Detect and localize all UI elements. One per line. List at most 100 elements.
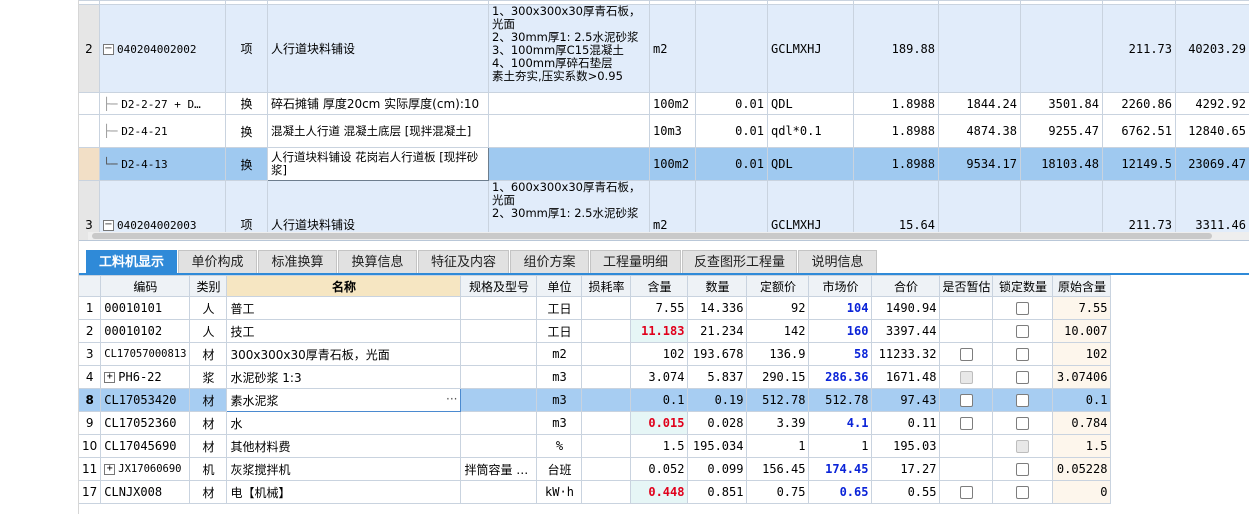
resource-code[interactable]: PH6-22: [118, 370, 161, 384]
tab-labor-material-machine[interactable]: 工料机显示: [86, 250, 177, 274]
resource-name-editor[interactable]: 素水泥浆 ···: [226, 388, 462, 412]
lock-quantity-checkbox[interactable]: [1016, 325, 1030, 338]
item-name[interactable]: 人行道块料铺设: [267, 4, 489, 93]
lock-quantity-checkbox[interactable]: [1016, 417, 1030, 430]
col-header-original-content[interactable]: 原始含量: [1052, 275, 1112, 297]
table-row[interactable]: 17 CLNJX008 材 电【机械】 kW·h 0.448 0.851 0.7…: [77, 480, 1112, 504]
resource-content[interactable]: 3.074: [630, 365, 689, 389]
col-header-quantity[interactable]: 数量: [687, 275, 748, 297]
ellipsis-icon[interactable]: ···: [446, 392, 457, 406]
col-header-name[interactable]: 名称: [226, 275, 462, 297]
table-row[interactable]: ├─ D2-4-21 换 混凝土人行道 混凝土底层 [现拌混凝土] 10m3 0…: [78, 114, 1249, 148]
resource-category[interactable]: 材: [189, 388, 228, 412]
resource-code[interactable]: JX17060690: [118, 463, 181, 475]
resource-name[interactable]: 素水泥浆: [230, 394, 278, 408]
tab-unit-price-composition[interactable]: 单价构成: [178, 250, 257, 274]
resource-content[interactable]: 11.183: [630, 319, 689, 343]
resource-code[interactable]: 00010102: [100, 319, 191, 343]
resource-content[interactable]: 0.052: [630, 457, 689, 481]
horizontal-scrollbar[interactable]: [88, 232, 1249, 240]
table-row[interactable]: 4 + PH6-22 浆 水泥砂浆 1:3 m3 3.074 5.837 290.…: [77, 365, 1112, 389]
lock-quantity-checkbox[interactable]: [1016, 463, 1030, 476]
col-header-market-price[interactable]: 市场价: [808, 275, 873, 297]
item-features[interactable]: [488, 92, 650, 115]
resource-code[interactable]: CL17052360: [100, 411, 191, 435]
resource-name[interactable]: 水: [226, 411, 462, 435]
resource-code[interactable]: CL17045690: [100, 434, 191, 458]
col-header-unit[interactable]: 单位: [536, 275, 583, 297]
col-header-content[interactable]: 含量: [630, 275, 689, 297]
resource-category[interactable]: 材: [189, 480, 228, 504]
table-row[interactable]: 1 00010101 人 普工 工日 7.55 14.336 92 104 14…: [77, 296, 1112, 320]
item-formula[interactable]: qdl*0.1: [767, 114, 854, 148]
lock-quantity-checkbox[interactable]: [1016, 348, 1030, 361]
provisional-checkbox[interactable]: [959, 417, 973, 430]
resource-market-price[interactable]: 512.78: [808, 388, 873, 412]
resource-category[interactable]: 材: [189, 434, 228, 458]
resource-content[interactable]: 7.55: [630, 296, 689, 320]
resource-loss[interactable]: [581, 296, 632, 320]
lock-quantity-checkbox[interactable]: [1016, 371, 1030, 384]
item-name-editor[interactable]: 人行道块料铺设 花岗岩人行道板 [现拌砂浆]: [267, 147, 489, 181]
resource-content[interactable]: 1.5: [630, 434, 689, 458]
table-row-selected[interactable]: 8 CL17053420 材 素水泥浆 ··· m3 0.1 0.19 512.7…: [77, 388, 1112, 412]
resource-content[interactable]: 0.448: [630, 480, 689, 504]
col-header-code[interactable]: 编码: [100, 275, 191, 297]
table-row[interactable]: 9 CL17052360 材 水 m3 0.015 0.028 3.39 4.1…: [77, 411, 1112, 435]
col-header-category[interactable]: 类别: [189, 275, 228, 297]
col-header-total[interactable]: 合价: [871, 275, 941, 297]
col-header-index[interactable]: [77, 275, 102, 297]
resource-code[interactable]: CL17053420: [100, 388, 191, 412]
collapse-icon[interactable]: −: [103, 219, 114, 231]
resource-loss[interactable]: [581, 480, 632, 504]
resource-spec[interactable]: [460, 434, 538, 458]
tab-conversion-info[interactable]: 换算信息: [338, 250, 417, 274]
resource-spec[interactable]: [460, 411, 538, 435]
resource-name[interactable]: 其他材料费: [226, 434, 462, 458]
tab-quantity-details[interactable]: 工程量明细: [590, 250, 681, 274]
table-row[interactable]: ├─ D2-2-27 + D… 换 碎石摊铺 厚度20cm 实际厚度(cm):1…: [78, 92, 1249, 115]
resource-category[interactable]: 人: [189, 319, 228, 343]
col-header-quota-price[interactable]: 定额价: [746, 275, 810, 297]
col-header-lock-quantity[interactable]: 锁定数量: [992, 275, 1054, 297]
resource-content[interactable]: 0.1: [630, 388, 689, 412]
item-features[interactable]: [488, 114, 650, 148]
resource-spec[interactable]: [460, 319, 538, 343]
col-header-spec[interactable]: 规格及型号: [460, 275, 538, 297]
table-row[interactable]: 10 CL17045690 材 其他材料费 % 1.5 195.034 1 1 …: [77, 434, 1112, 458]
tab-standard-conversion[interactable]: 标准换算: [258, 250, 337, 274]
resource-market-price[interactable]: 4.1: [808, 411, 873, 435]
col-header-loss-rate[interactable]: 损耗率: [581, 275, 632, 297]
resource-market-price[interactable]: 58: [808, 342, 873, 366]
resource-loss[interactable]: [581, 411, 632, 435]
resource-name[interactable]: 技工: [226, 319, 462, 343]
item-formula[interactable]: QDL: [767, 147, 854, 181]
resource-loss[interactable]: [581, 434, 632, 458]
lock-quantity-checkbox[interactable]: [1016, 302, 1030, 315]
resource-spec[interactable]: 拌筒容量 …: [460, 457, 538, 481]
table-row-selected[interactable]: └─ D2-4-13 换 人行道块料铺设 花岗岩人行道板 [现拌砂浆] 100m…: [78, 147, 1249, 181]
tab-reverse-graphic-quantity[interactable]: 反查图形工程量: [682, 250, 797, 274]
resource-spec[interactable]: [460, 388, 538, 412]
resource-market-price[interactable]: 286.36: [808, 365, 873, 389]
resource-market-price[interactable]: 160: [808, 319, 873, 343]
expand-icon[interactable]: +: [104, 372, 116, 383]
table-row[interactable]: 2 00010102 人 技工 工日 11.183 21.234 142 160…: [77, 319, 1112, 343]
provisional-checkbox[interactable]: [959, 394, 973, 407]
collapse-icon[interactable]: −: [103, 43, 114, 55]
item-features[interactable]: 1、300x300x30厚青石板，光面 2、30mm厚1: 2.5水泥砂浆 3、…: [488, 4, 650, 93]
resource-loss[interactable]: [581, 388, 632, 412]
provisional-checkbox[interactable]: [959, 348, 973, 361]
resource-spec[interactable]: [460, 342, 538, 366]
table-row[interactable]: 11 + JX17060690 机 灰浆搅拌机 拌筒容量 … 台班 0.052 0…: [77, 457, 1112, 481]
resource-name[interactable]: 300x300x30厚青石板，光面: [226, 342, 462, 366]
resource-category[interactable]: 材: [189, 342, 228, 366]
resource-loss[interactable]: [581, 319, 632, 343]
resource-category[interactable]: 浆: [189, 365, 228, 389]
lock-quantity-checkbox[interactable]: [1016, 394, 1030, 407]
tab-description[interactable]: 说明信息: [798, 250, 877, 274]
table-row[interactable]: 3 CL17057000813 材 300x300x30厚青石板，光面 m2 1…: [77, 342, 1112, 366]
resource-market-price[interactable]: 0.65: [808, 480, 873, 504]
resource-market-price[interactable]: 1: [808, 434, 873, 458]
resource-name[interactable]: 电【机械】: [226, 480, 462, 504]
